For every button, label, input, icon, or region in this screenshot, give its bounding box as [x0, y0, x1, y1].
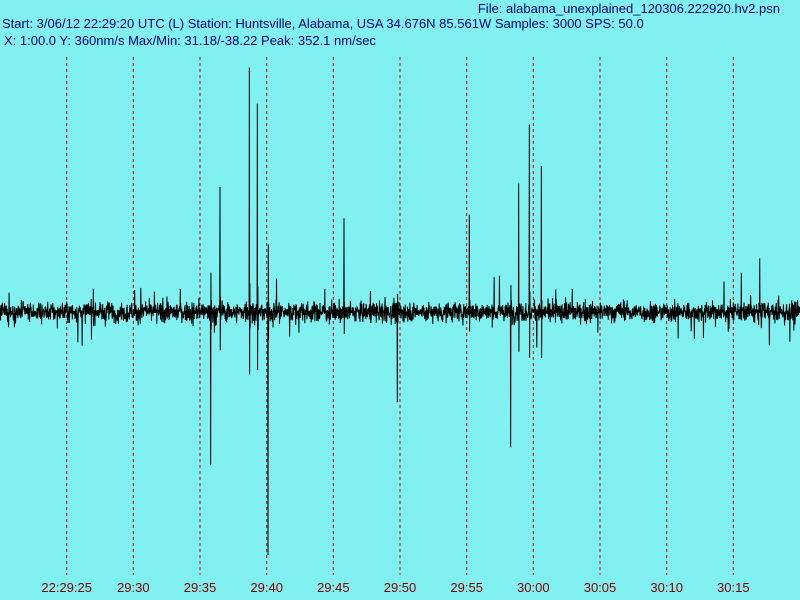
time-tick-label: 29:40: [250, 580, 283, 595]
time-axis-labels: 22:29:25 29:30 29:35 29:40 29:45 29:50 29:55 30…: [41, 580, 749, 595]
time-tick-label: 29:55: [450, 580, 483, 595]
time-tick-label: 30:05: [584, 580, 617, 595]
time-tick-label: 30:15: [717, 580, 750, 595]
time-tick-label: 29:50: [384, 580, 417, 595]
time-tick-label: 30:10: [650, 580, 683, 595]
time-tick-label: 22:29:25: [41, 580, 92, 595]
seismogram-plot: 22:29:25 29:30 29:35 29:40 29:45 29:50 29:55 30…: [0, 57, 800, 595]
seismic-trace: [0, 67, 800, 556]
time-tick-label: 30:00: [517, 580, 550, 595]
time-tick-label: 29:35: [184, 580, 217, 595]
time-tick-label: 29:30: [117, 580, 150, 595]
time-tick-label: 29:45: [317, 580, 350, 595]
